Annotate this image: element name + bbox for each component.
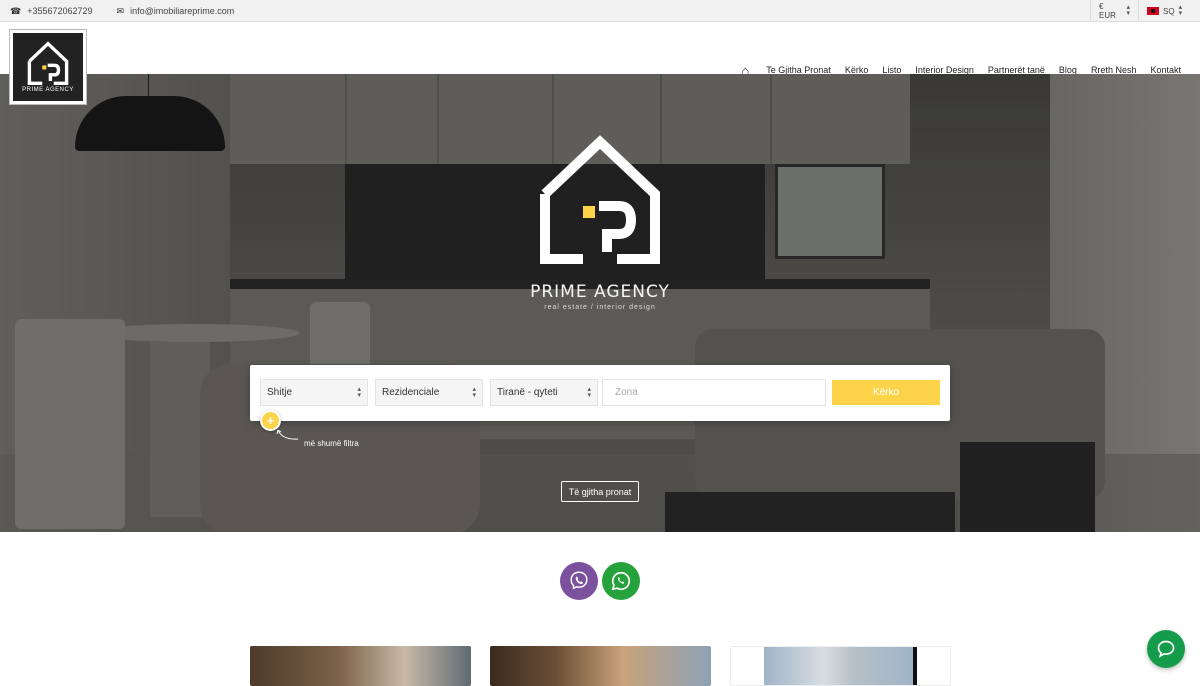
city-value: Tiranë - qyteti bbox=[497, 387, 558, 398]
property-card[interactable] bbox=[730, 646, 951, 686]
viber-icon bbox=[570, 571, 588, 590]
chat-bubble-icon bbox=[1157, 640, 1175, 658]
select-arrows-icon: ▴ ▾ bbox=[1126, 4, 1130, 17]
zone-placeholder: Zona bbox=[615, 387, 638, 398]
select-arrows-icon: ▴ ▾ bbox=[357, 385, 361, 399]
hero-brand-name: PRIME AGENCY bbox=[530, 282, 670, 302]
email-address[interactable]: info@imobiliareprime.com bbox=[130, 6, 234, 16]
property-card[interactable] bbox=[490, 646, 711, 686]
live-chat-button[interactable] bbox=[1147, 630, 1185, 668]
transaction-type-select[interactable]: Shitje ▴ ▾ bbox=[260, 379, 368, 406]
email-icon: ✉ bbox=[116, 5, 125, 16]
currency-select[interactable]: € EUR ▴ ▾ bbox=[1090, 0, 1138, 22]
whatsapp-button[interactable] bbox=[602, 562, 640, 600]
property-category-value: Rezidenciale bbox=[382, 387, 440, 398]
property-category-select[interactable]: Rezidenciale ▴ ▾ bbox=[375, 379, 483, 406]
hero-banner: PRIME AGENCY real estate / interior desi… bbox=[0, 74, 1200, 532]
whatsapp-icon bbox=[611, 571, 631, 591]
currency-value: € EUR bbox=[1099, 2, 1116, 20]
select-arrows-icon: ▴ ▾ bbox=[472, 385, 476, 399]
contact-info: ☎ +355672062729 ✉ info@imobiliareprime.c… bbox=[10, 0, 234, 22]
all-properties-button[interactable]: Të gjitha pronat bbox=[561, 481, 639, 502]
search-button[interactable]: Kërko bbox=[832, 380, 940, 405]
curved-arrow-icon bbox=[276, 429, 299, 440]
city-select[interactable]: Tiranë - qyteti ▴ ▾ bbox=[490, 379, 598, 406]
select-arrows-icon: ▴ ▾ bbox=[587, 385, 591, 399]
viber-button[interactable] bbox=[560, 562, 598, 600]
logo-house-icon bbox=[27, 41, 69, 85]
prime-agency-logo-icon bbox=[540, 135, 660, 264]
property-card[interactable] bbox=[250, 646, 471, 686]
top-bar: ☎ +355672062729 ✉ info@imobiliareprime.c… bbox=[0, 0, 1200, 22]
transaction-type-value: Shitje bbox=[267, 387, 293, 398]
select-arrows-icon: ▴ ▾ bbox=[1178, 4, 1183, 17]
site-logo[interactable]: PRIME AGENCY bbox=[10, 30, 86, 104]
more-filters-label: më shumë filtra bbox=[304, 439, 359, 448]
language-value: SQ bbox=[1163, 6, 1175, 16]
albania-flag-icon bbox=[1147, 7, 1159, 15]
language-select[interactable]: SQ ▴ ▾ bbox=[1138, 0, 1200, 22]
phone-number[interactable]: +355672062729 bbox=[27, 6, 92, 16]
main-header: ⌂ Te Gjitha Pronat Kërko Listo Interior … bbox=[0, 22, 1200, 78]
logo-brand-text: PRIME AGENCY bbox=[22, 87, 74, 93]
zone-input[interactable]: Zona bbox=[602, 379, 826, 406]
property-search-form: Shitje ▴ ▾ Rezidenciale ▴ ▾ Tiranë - qytet… bbox=[250, 365, 950, 421]
phone-icon: ☎ bbox=[10, 5, 22, 16]
hero-tagline: real estate / interior design bbox=[544, 304, 656, 311]
